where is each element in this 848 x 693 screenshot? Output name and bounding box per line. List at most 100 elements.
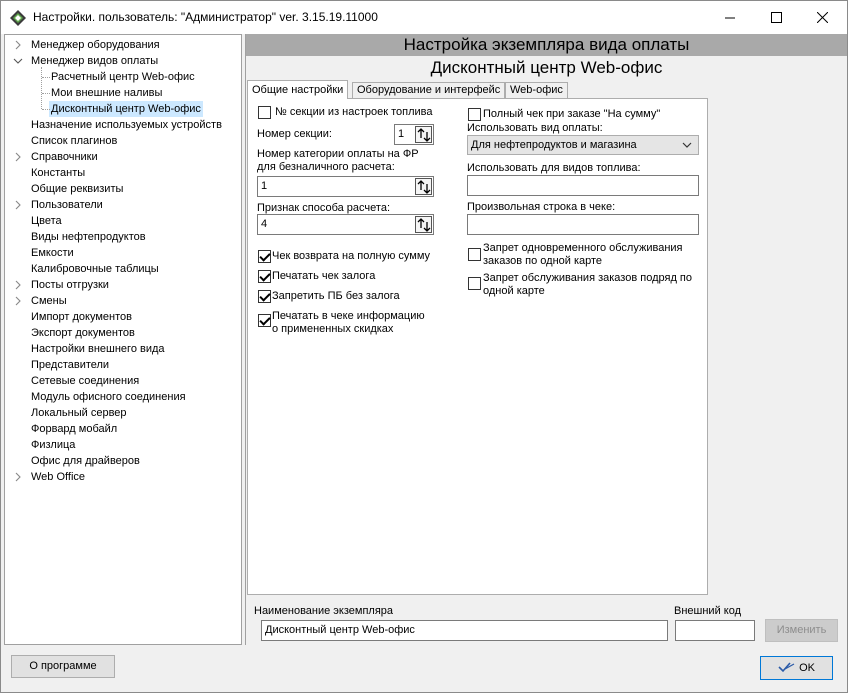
- print-deposit-label: Печатать чек залога: [272, 270, 376, 282]
- maximize-button[interactable]: [753, 1, 799, 34]
- payment-category-value: 1: [261, 180, 268, 192]
- payment-category-spin-button[interactable]: [415, 178, 432, 195]
- use-payment-type-value: Для нефтепродуктов и магазина: [471, 139, 637, 151]
- chevron-down-icon[interactable]: [13, 53, 23, 69]
- footer-bar: О программе OK: [1, 646, 847, 692]
- tree-item-настройки-внешнего-вида[interactable]: Настройки внешнего вида: [5, 341, 241, 357]
- tree-item-цвета[interactable]: Цвета: [5, 213, 241, 229]
- title-bar: Настройки. пользователь: "Администратор"…: [1, 1, 847, 34]
- tree-item-label: Настройки внешнего вида: [31, 343, 165, 355]
- tree-item-список-плагинов[interactable]: Список плагинов: [5, 133, 241, 149]
- settings-tree[interactable]: Менеджер оборудования Менеджер видов опла…: [4, 34, 242, 645]
- tree-item-расчетный-центр-web-офис[interactable]: Расчетный центр Web-офис: [5, 69, 241, 85]
- minimize-button[interactable]: [707, 1, 753, 34]
- tab-equipment-interface[interactable]: Оборудование и интерфейс: [352, 82, 506, 98]
- return-full-checkbox[interactable]: [258, 250, 271, 263]
- settings-panel: Настройка экземпляра вида оплаты Дисконт…: [245, 34, 847, 645]
- full-check-checkbox[interactable]: [468, 108, 481, 121]
- instance-name-input[interactable]: Дисконтный центр Web-офис: [261, 620, 668, 641]
- payment-method-value: 4: [261, 218, 268, 230]
- tree-item-label: Пользователи: [31, 199, 103, 211]
- panel-title: Настройка экземпляра вида оплаты: [246, 34, 847, 56]
- payment-category-label: Номер категории оплаты на ФР для безнали…: [257, 148, 419, 173]
- chevron-right-icon[interactable]: [13, 37, 23, 53]
- payment-method-spinner[interactable]: 4: [257, 214, 434, 235]
- tree-item-менеджер-оборудования[interactable]: Менеджер оборудования: [5, 37, 241, 53]
- tree-item-label: Калибровочные таблицы: [31, 263, 159, 275]
- payment-method-spin-button[interactable]: [415, 216, 432, 233]
- spin-arrows-icon: [417, 128, 431, 142]
- tree-item-емкости[interactable]: Емкости: [5, 245, 241, 261]
- use-for-fuel-input[interactable]: [467, 175, 699, 196]
- tree-item-label: Назначение используемых устройств: [31, 119, 222, 131]
- forbid-pb-checkbox[interactable]: [258, 290, 271, 303]
- minimize-icon: [724, 17, 735, 19]
- forbid-consecutive-checkbox[interactable]: [468, 277, 481, 290]
- tab-general[interactable]: Общие настройки: [247, 80, 349, 99]
- use-for-fuel-label: Использовать для видов топлива:: [467, 162, 641, 174]
- forbid-simultaneous-checkbox[interactable]: [468, 248, 481, 261]
- tree-item-модуль-офисного-соединения[interactable]: Модуль офисного соединения: [5, 389, 241, 405]
- tree-item-label: Справочники: [31, 151, 98, 163]
- section-number-spin-button[interactable]: [415, 126, 432, 143]
- print-deposit-checkbox[interactable]: [258, 270, 271, 283]
- tree-item-локальный-сервер[interactable]: Локальный сервер: [5, 405, 241, 421]
- use-payment-type-select[interactable]: Для нефтепродуктов и магазина: [467, 135, 699, 155]
- tree-item-общие-реквизиты[interactable]: Общие реквизиты: [5, 181, 241, 197]
- tree-item-импорт-документов[interactable]: Импорт документов: [5, 309, 241, 325]
- tree-item-мои-внешние-наливы[interactable]: Мои внешние наливы: [5, 85, 241, 101]
- tree-item-label: Физлица: [31, 439, 76, 451]
- tree-item-label: Модуль офисного соединения: [31, 391, 186, 403]
- section-number-label: Номер секции:: [257, 128, 332, 140]
- chevron-right-icon[interactable]: [13, 277, 23, 293]
- tree-item-label: Экспорт документов: [31, 327, 135, 339]
- about-button[interactable]: О программе: [11, 655, 115, 678]
- chevron-down-icon: [682, 136, 692, 160]
- instance-block: Наименование экземпляра Дисконтный центр…: [247, 598, 847, 644]
- tree-item-label: Общие реквизиты: [31, 183, 124, 195]
- tree-item-label: Локальный сервер: [31, 407, 127, 419]
- print-discount-checkbox[interactable]: [258, 314, 271, 327]
- external-code-input[interactable]: [675, 620, 755, 641]
- ok-button[interactable]: OK: [760, 656, 833, 680]
- tree-item-label: Виды нефтепродуктов: [31, 231, 146, 243]
- tree-item-офис-для-драйверов[interactable]: Офис для драйверов: [5, 453, 241, 469]
- section-number-spinner[interactable]: 1: [394, 124, 434, 145]
- tree-item-константы[interactable]: Константы: [5, 165, 241, 181]
- tree-item-label: Расчетный центр Web-офис: [51, 71, 195, 83]
- chevron-right-icon[interactable]: [13, 469, 23, 485]
- settings-window: Настройки. пользователь: "Администратор"…: [0, 0, 848, 693]
- tree-item-физлица[interactable]: Физлица: [5, 437, 241, 453]
- tree-item-дисконтный-центр-web-офис[interactable]: Дисконтный центр Web-офис: [5, 101, 241, 117]
- close-button[interactable]: [799, 1, 845, 34]
- section-from-fuel-checkbox[interactable]: [258, 106, 271, 119]
- tree-item-представители[interactable]: Представители: [5, 357, 241, 373]
- payment-category-spinner[interactable]: 1: [257, 176, 434, 197]
- tree-item-форвард-мобайл[interactable]: Форвард мобайл: [5, 421, 241, 437]
- tree-item-смены[interactable]: Смены: [5, 293, 241, 309]
- tree-item-label: Менеджер видов оплаты: [31, 55, 159, 67]
- full-check-label: Полный чек при заказе "На сумму": [483, 108, 661, 120]
- tree-item-label: Web Office: [31, 471, 86, 483]
- tree-item-web-office[interactable]: Web Office: [5, 469, 241, 485]
- tree-item-справочники[interactable]: Справочники: [5, 149, 241, 165]
- print-discount-label: Печатать в чеке информацию о примененных…: [272, 310, 425, 335]
- tree-item-сетевые-соединения[interactable]: Сетевые соединения: [5, 373, 241, 389]
- custom-string-input[interactable]: [467, 214, 699, 235]
- tab-web-office[interactable]: Web-офис: [505, 82, 568, 98]
- tree-item-посты-отгрузки[interactable]: Посты отгрузки: [5, 277, 241, 293]
- chevron-right-icon[interactable]: [13, 149, 23, 165]
- tree-item-виды-нефтепродуктов[interactable]: Виды нефтепродуктов: [5, 229, 241, 245]
- tree-item-label: Представители: [31, 359, 110, 371]
- app-logo-icon: [10, 10, 26, 26]
- chevron-right-icon[interactable]: [13, 197, 23, 213]
- tree-item-экспорт-документов[interactable]: Экспорт документов: [5, 325, 241, 341]
- tree-item-менеджер-видов-оплаты[interactable]: Менеджер видов оплаты: [5, 53, 241, 69]
- tree-item-назначение-используемых-устройств[interactable]: Назначение используемых устройств: [5, 117, 241, 133]
- tree-item-калибровочные-таблицы[interactable]: Калибровочные таблицы: [5, 261, 241, 277]
- chevron-right-icon[interactable]: [13, 293, 23, 309]
- forbid-consecutive-label: Запрет обслуживания заказов подряд по од…: [483, 272, 692, 297]
- tree-item-пользователи[interactable]: Пользователи: [5, 197, 241, 213]
- change-button[interactable]: Изменить: [765, 619, 838, 642]
- maximize-icon: [770, 12, 782, 23]
